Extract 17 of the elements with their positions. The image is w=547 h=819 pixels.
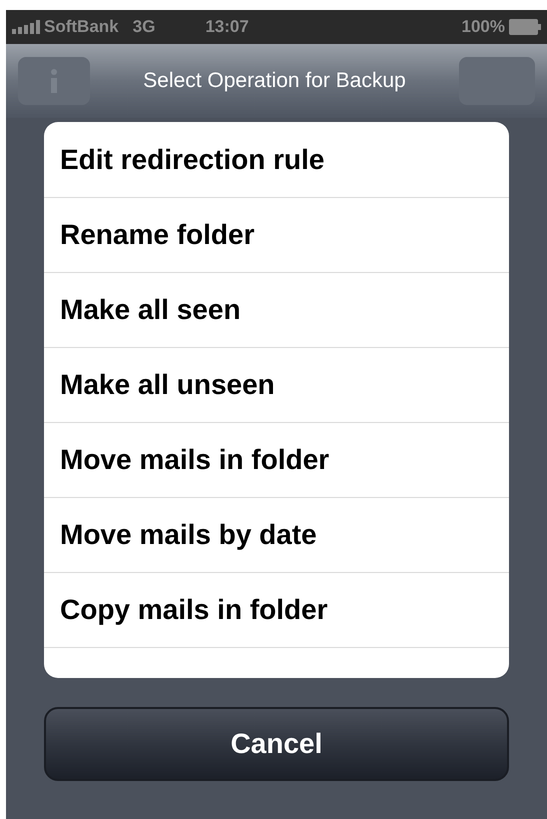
operation-item[interactable]: Rename folder [44, 197, 509, 272]
nav-button[interactable] [459, 57, 535, 105]
operation-item[interactable]: Edit redirection rule [44, 122, 509, 197]
cancel-button[interactable]: Cancel [44, 706, 509, 780]
clock-time: 13:07 [205, 16, 249, 38]
screen-title: Select Operation for Backup [142, 68, 407, 94]
operation-item[interactable]: Move mails by date [44, 497, 509, 572]
battery-icon [509, 19, 541, 35]
battery-percent: 100% [462, 16, 505, 38]
info-icon[interactable] [18, 57, 90, 105]
network-type: 3G [132, 16, 156, 38]
operation-item[interactable]: Make all seen [44, 272, 509, 347]
signal-icon [12, 20, 42, 34]
operation-item[interactable]: Copy mails in folder [44, 572, 509, 647]
operation-item[interactable]: Make all unseen [44, 347, 509, 422]
operation-item[interactable]: Move mails in folder [44, 422, 509, 497]
carrier-name: SoftBank [44, 16, 119, 38]
